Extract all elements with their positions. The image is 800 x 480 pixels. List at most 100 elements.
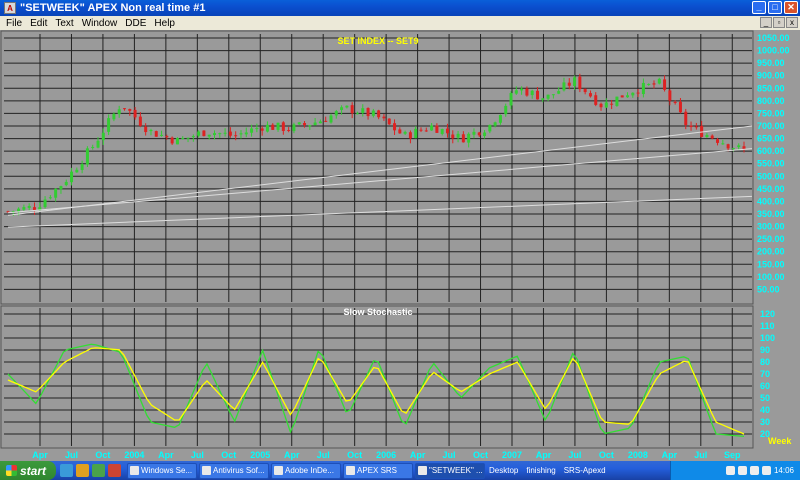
candle-body (700, 125, 704, 137)
task-label: "SETWEEK" ... (429, 466, 483, 475)
x-tick-label: 2007 (502, 450, 522, 460)
stoch-y-label: 60 (760, 381, 770, 391)
candle-body (70, 171, 74, 183)
candle-body (250, 128, 254, 133)
stoch-y-label: 110 (760, 321, 775, 331)
link-finishing[interactable]: finishing (526, 466, 555, 475)
task-windows-security[interactable]: Windows Se... (127, 462, 197, 479)
app-icon[interactable] (108, 464, 121, 477)
x-tick-label: 2006 (376, 450, 396, 460)
candle-body (657, 78, 661, 84)
chart-window[interactable]: Apr Jul Oct 2004 Apr Jul Oct 2005 Apr Jul Oct 2006 A… (0, 30, 800, 461)
tray-icon[interactable] (749, 466, 759, 475)
x-tick-label: 2008 (628, 450, 648, 460)
candle-body (509, 93, 513, 106)
candle-body (435, 125, 439, 133)
candle-body (445, 128, 449, 134)
candle-body (451, 134, 455, 139)
stochastic-panel (0, 305, 754, 449)
window-icon (130, 466, 139, 475)
media-icon[interactable] (92, 464, 105, 477)
task-apex-srs[interactable]: APEX SRS (343, 462, 413, 479)
candle-body (112, 113, 116, 120)
window-icon (274, 466, 283, 475)
close-button[interactable]: ✕ (784, 1, 798, 14)
candle-body (430, 125, 434, 131)
price-y-label: 750.00 (757, 108, 785, 118)
task-label: Adobe InDe... (285, 466, 334, 475)
task-label: Windows Se... (141, 466, 193, 475)
candle-body (504, 105, 508, 115)
tray-icon[interactable] (725, 466, 735, 475)
candle-body (175, 138, 179, 145)
child-restore-button[interactable]: ▫ (773, 17, 785, 28)
candle-body (726, 144, 730, 149)
stoch-y-label: 100 (760, 333, 775, 343)
menu-dde[interactable]: DDE (121, 18, 150, 29)
candle-body (144, 126, 148, 133)
minimize-button[interactable]: _ (752, 1, 766, 14)
start-button[interactable]: start (0, 461, 56, 480)
maximize-button[interactable]: □ (768, 1, 782, 14)
candle-body (403, 131, 407, 134)
task-antivirus[interactable]: Antivirus Sof... (199, 462, 269, 479)
candle-body (128, 109, 132, 111)
candle-body (393, 123, 397, 131)
candle-body (340, 107, 344, 111)
price-y-label: 450.00 (757, 184, 785, 194)
x-tick-label: Oct (347, 450, 362, 460)
task-setweek[interactable]: "SETWEEK" ... (415, 462, 485, 479)
candle-body (737, 145, 741, 148)
link-srs-apexd[interactable]: SRS-Apexd (564, 466, 606, 475)
quick-launch (60, 464, 121, 477)
menu-text[interactable]: Text (51, 18, 77, 29)
tray-icon[interactable] (737, 466, 747, 475)
candle-body (197, 131, 201, 136)
stoch-y-label: 40 (760, 405, 770, 415)
stock-chart[interactable]: Apr Jul Oct 2004 Apr Jul Oct 2005 Apr Jul Oct 2006 A… (0, 30, 800, 461)
candle-body (721, 143, 725, 145)
candle-body (382, 116, 386, 119)
candle-body (80, 164, 84, 171)
x-tick-label: Jul (694, 450, 707, 460)
apex-app-icon[interactable]: A (4, 2, 16, 14)
price-y-label: 550.00 (757, 159, 785, 169)
price-y-label: 1000.00 (757, 46, 790, 56)
candle-body (488, 124, 492, 132)
child-minimize-button[interactable]: _ (760, 17, 772, 28)
candle-body (308, 125, 312, 127)
candle-body (456, 133, 460, 138)
menu-file[interactable]: File (2, 18, 26, 29)
link-desktop[interactable]: Desktop (489, 466, 518, 475)
task-indesign[interactable]: Adobe InDe... (271, 462, 341, 479)
clock: 14:06 (773, 466, 794, 475)
price-y-label: 650.00 (757, 134, 785, 144)
candle-body (551, 94, 555, 96)
tray-icon[interactable] (761, 466, 771, 475)
window-title-bar[interactable]: A "SETWEEK" APEX Non real time #1 _ □ ✕ (0, 0, 800, 16)
candle-body (440, 129, 444, 134)
candle-body (292, 124, 296, 132)
price-y-label: 50.00 (757, 284, 780, 294)
candle-body (461, 134, 465, 143)
ie-icon[interactable] (60, 464, 73, 477)
candle-body (710, 135, 714, 139)
candle-body (218, 133, 222, 135)
candle-body (260, 128, 264, 131)
candle-body (663, 79, 667, 90)
menu-help[interactable]: Help (150, 18, 179, 29)
candle-body (398, 129, 402, 134)
candle-body (631, 92, 635, 96)
price-panel (0, 30, 754, 305)
candle-body (17, 208, 21, 212)
stoch-y-label: 90 (760, 345, 770, 355)
folder-icon[interactable] (76, 464, 89, 477)
child-close-button[interactable]: x (786, 17, 798, 28)
menu-edit[interactable]: Edit (26, 18, 51, 29)
candle-body (594, 95, 598, 105)
menu-window[interactable]: Window (78, 18, 122, 29)
stoch-y-label: 50 (760, 393, 770, 403)
x-tick-label: Jul (317, 450, 330, 460)
candle-body (588, 93, 592, 97)
window-icon (202, 466, 211, 475)
